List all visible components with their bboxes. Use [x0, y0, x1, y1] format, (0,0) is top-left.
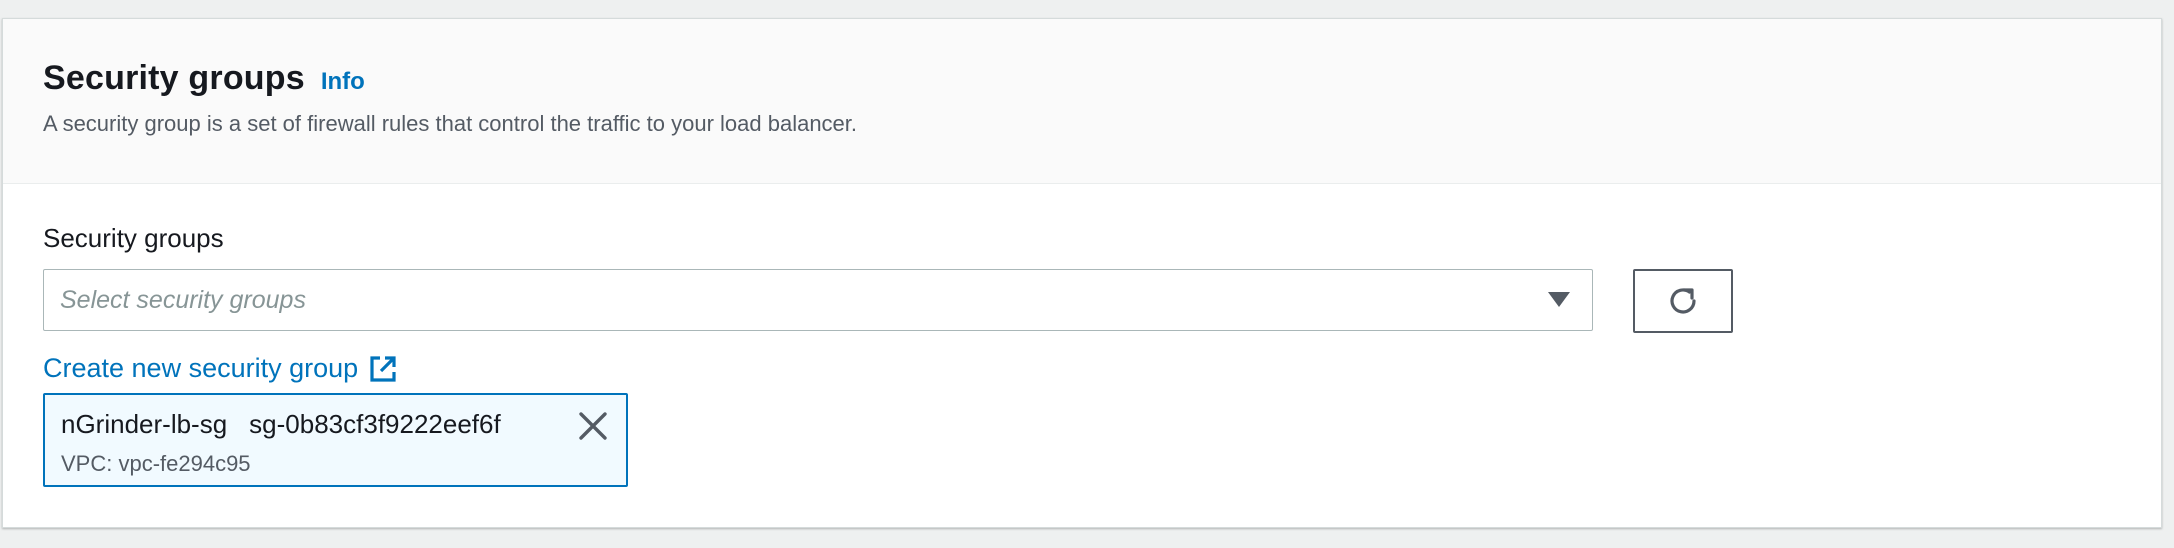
security-groups-field-label: Security groups [43, 223, 224, 253]
create-link-label: Create new security group [43, 353, 359, 383]
panel-header: Security groups Info A security group is… [3, 19, 2161, 184]
section-title: Security groups [43, 59, 305, 97]
refresh-icon [1670, 288, 1696, 314]
info-link[interactable]: Info [321, 68, 365, 96]
section-description: A security group is a set of firewall ru… [43, 111, 858, 136]
external-link-icon [370, 355, 396, 382]
select-placeholder: Select security groups [60, 286, 306, 314]
refresh-button[interactable] [1633, 269, 1733, 333]
token-vpc: VPC: vpc-fe294c95 [61, 451, 251, 476]
title-row: Security groups Info [43, 59, 365, 98]
caret-down-icon [1548, 292, 1570, 307]
token-title: nGrinder-lb-sg sg-0b83cf3f9222eef6f [61, 409, 501, 440]
token-group-id: sg-0b83cf3f9222eef6f [249, 409, 501, 439]
security-groups-select[interactable]: Select security groups [43, 269, 1593, 331]
close-icon[interactable] [576, 409, 610, 443]
selected-security-group-token: nGrinder-lb-sg sg-0b83cf3f9222eef6f VPC: … [43, 393, 628, 487]
security-groups-panel: Security groups Info A security group is… [2, 18, 2162, 528]
create-security-group-link[interactable]: Create new security group [43, 353, 398, 384]
token-group-name: nGrinder-lb-sg [61, 409, 228, 439]
